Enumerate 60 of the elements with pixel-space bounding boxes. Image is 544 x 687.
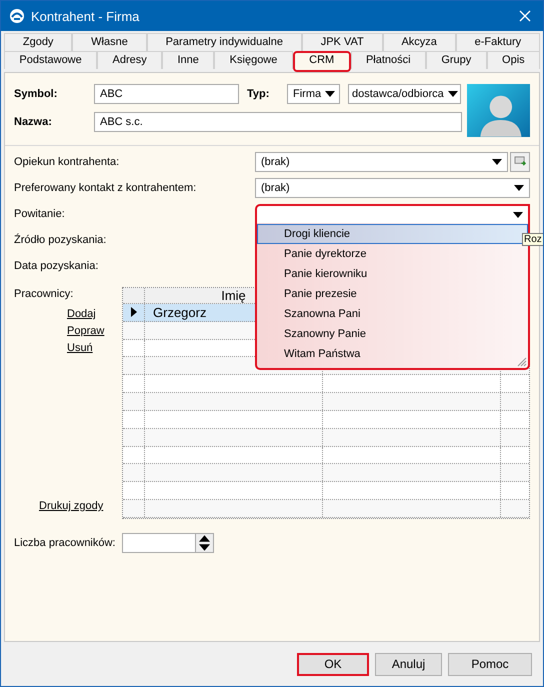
tab[interactable]: Księgowe [214, 51, 293, 69]
field-label: Powitanie: [14, 208, 66, 220]
action-link[interactable]: Dodaj [67, 306, 96, 323]
app-logo-icon [9, 8, 25, 24]
dialog-button[interactable]: Pomoc [448, 652, 532, 676]
caret-icon [513, 212, 523, 218]
mail-button[interactable] [510, 152, 530, 172]
caret-icon [514, 184, 524, 190]
type-select[interactable]: Firma [287, 84, 340, 104]
dropdown-option[interactable]: Panie kierowniku [257, 264, 528, 284]
column-header[interactable]: Imię [221, 288, 246, 303]
print-consents-link[interactable]: Drukuj zgody [39, 498, 104, 515]
tab[interactable]: JPK VAT [302, 33, 383, 51]
type-label: Typ: [247, 88, 270, 100]
dialog-button[interactable]: Anuluj [375, 652, 442, 676]
down-arrow-icon[interactable] [196, 543, 213, 552]
dropdown-option[interactable]: Panie prezesie [257, 284, 528, 304]
tab[interactable]: Własne [72, 33, 147, 51]
tab[interactable]: Adresy [97, 51, 162, 69]
dropdown-option[interactable]: Panie dyrektorze [257, 244, 528, 264]
action-link[interactable]: Popraw [67, 323, 104, 340]
tab[interactable]: Parametry indywidualne [146, 33, 302, 51]
dropdown-option[interactable]: Witam Państwa [257, 344, 528, 364]
dropdown-option[interactable]: Szanowny Panie [257, 324, 528, 344]
symbol-label: Symbol: [14, 88, 58, 100]
symbol-field[interactable]: ABC [94, 84, 239, 104]
action-link[interactable]: Usuń [67, 340, 93, 357]
employees-label: Pracownicy: [14, 288, 74, 300]
employee-count-spinner[interactable] [122, 533, 214, 553]
tab[interactable]: Podstawowe [4, 51, 98, 69]
employee-count-label: Liczba pracowników: [14, 537, 116, 549]
row-pointer-icon [130, 307, 136, 318]
dialog-button[interactable]: OK [297, 652, 369, 676]
close-icon[interactable] [519, 10, 531, 22]
field-label: Opiekun kontrahenta: [14, 156, 120, 168]
tab[interactable]: Płatności [350, 51, 426, 69]
tab[interactable]: Grupy [426, 51, 487, 69]
name-label: Nazwa: [14, 116, 53, 128]
field-label: Preferowany kontakt z kontrahentem: [14, 182, 198, 194]
tab[interactable]: e-Faktury [456, 33, 540, 51]
up-arrow-icon[interactable] [196, 534, 213, 543]
tab[interactable]: Inne [162, 51, 214, 69]
tooltip: Roz [522, 233, 543, 246]
tab[interactable]: CRM [292, 51, 351, 72]
tab[interactable]: Akcyza [382, 33, 456, 51]
field-label: Data pozyskania: [14, 260, 100, 272]
field-label: Źródło pozyskania: [14, 234, 108, 246]
window-title: Kontrahent - Firma [31, 8, 140, 24]
tab[interactable]: Zgody [4, 33, 72, 51]
dropdown-field[interactable]: (brak) [255, 152, 508, 172]
name-field[interactable]: ABC s.c. [94, 112, 462, 132]
caret-icon [492, 158, 502, 164]
resize-grip-icon[interactable] [517, 357, 527, 367]
role-select[interactable]: dostawca/odbiorca [348, 84, 461, 104]
dropdown-option[interactable]: Szanowna Pani [257, 304, 528, 324]
dropdown-field[interactable]: (brak) [255, 178, 530, 198]
dropdown-field[interactable] [255, 204, 530, 224]
tab[interactable]: Opis [486, 51, 540, 69]
caret-icon [325, 91, 336, 97]
caret-icon [448, 91, 458, 97]
